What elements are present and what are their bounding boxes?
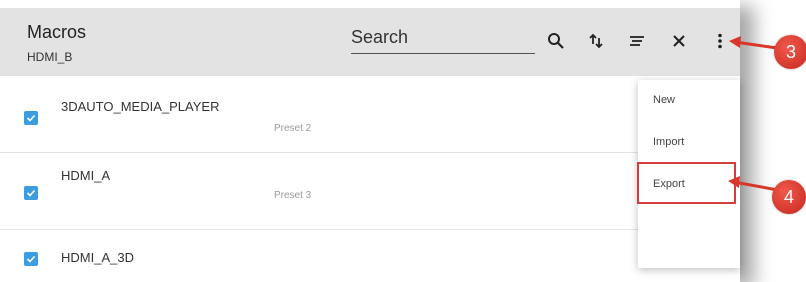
page-title: Macros (27, 22, 87, 42)
row-checkbox[interactable] (24, 252, 38, 266)
row-name: HDMI_A (61, 168, 111, 183)
callout-4: 4 (772, 180, 806, 214)
row-checkbox[interactable] (24, 186, 38, 200)
search-icon[interactable] (545, 30, 567, 52)
list-item[interactable]: HDMI_A_3D (0, 230, 740, 282)
page-subtitle: HDMI_B (27, 50, 73, 64)
list-item[interactable]: 3DAUTO_MEDIA_PLAYER Preset 2 (0, 76, 740, 152)
sort-icon[interactable] (585, 30, 607, 52)
filter-icon[interactable] (626, 30, 648, 52)
row-preset: Preset 2 (274, 123, 312, 134)
list-item[interactable]: HDMI_A Preset 3 (0, 153, 740, 229)
menu-item-new[interactable]: New (638, 88, 740, 112)
menu-item-import[interactable]: Import (638, 130, 740, 154)
row-name: HDMI_A_3D (61, 250, 134, 265)
row-preset: Preset 3 (274, 190, 312, 201)
search-input[interactable]: Search (351, 25, 535, 54)
header-bar: Macros HDMI_B Search (0, 8, 740, 76)
row-checkbox[interactable] (24, 111, 38, 125)
close-icon[interactable] (668, 30, 690, 52)
macros-panel: Macros HDMI_B Search 3DAUTO_MEDIA_PLAYER… (0, 0, 740, 282)
callout-3: 3 (774, 35, 806, 69)
row-name: 3DAUTO_MEDIA_PLAYER (61, 99, 220, 114)
